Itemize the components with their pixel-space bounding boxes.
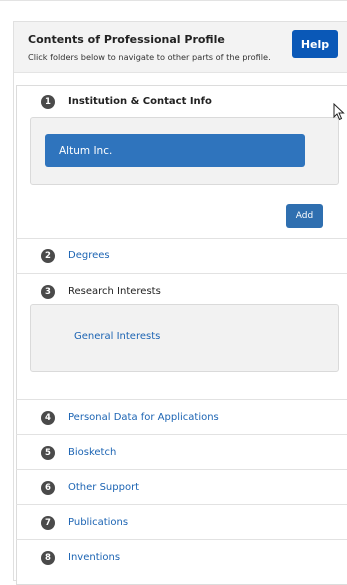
institution-altum-button[interactable]: Altum Inc. [45,134,305,167]
general-interests-link[interactable]: General Interests [74,331,160,342]
panel-title: Contents of Professional Profile [28,33,225,46]
section-number-badge: 3 [41,285,55,299]
section-4-link[interactable]: Personal Data for Applications [68,412,219,423]
section-number-badge: 8 [41,551,55,565]
mouse-pointer-icon [333,103,345,121]
section-5-item[interactable]: 5 Biosketch [16,434,347,469]
section-6-item[interactable]: 6 Other Support [16,469,347,504]
panel-subtitle: Click folders below to navigate to other… [28,52,271,62]
section-number-badge: 4 [41,411,55,425]
section-8-link[interactable]: Inventions [68,552,120,563]
section-number-badge: 6 [41,481,55,495]
section-number-badge: 1 [41,95,55,109]
section-number-badge: 2 [41,249,55,263]
section-number-badge: 5 [41,446,55,460]
section-3-label: Research Interests [68,286,161,297]
top-divider [0,0,347,9]
help-button[interactable]: Help [292,30,338,58]
section-6-link[interactable]: Other Support [68,482,139,493]
section-2-link[interactable]: Degrees [68,250,110,261]
add-institution-button[interactable]: Add [286,204,323,228]
section-1-label: Institution & Contact Info [68,96,212,107]
section-3-header[interactable]: 3 Research Interests [16,273,347,308]
section-5-link[interactable]: Biosketch [68,447,116,458]
section-1-header[interactable]: 1 Institution & Contact Info [16,86,347,116]
section-2-item[interactable]: 2 Degrees [16,238,347,273]
section-7-item[interactable]: 7 Publications [16,504,347,539]
section-7-link[interactable]: Publications [68,517,128,528]
panel-header: Contents of Professional Profile Click f… [14,22,347,73]
section-4-item[interactable]: 4 Personal Data for Applications [16,399,347,434]
section-8-item[interactable]: 8 Inventions [16,539,347,572]
section-number-badge: 7 [41,516,55,530]
